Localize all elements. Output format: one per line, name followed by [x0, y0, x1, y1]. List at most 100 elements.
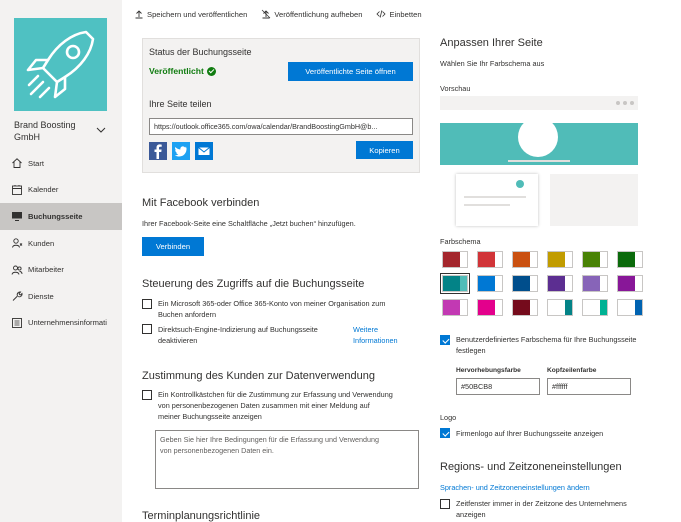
disable-indexing-checkbox[interactable]: [142, 324, 152, 334]
wrench-icon: [12, 291, 23, 302]
chevron-down-icon[interactable]: [96, 125, 106, 135]
require-account-line2: Buchen anfordern: [158, 310, 217, 319]
access-section-title: Steuerung des Zugriffs auf die Buchungss…: [142, 278, 365, 290]
swatch-secondary: [564, 252, 572, 267]
color-swatch[interactable]: [512, 251, 538, 268]
swatch-secondary: [564, 300, 572, 315]
custom-scheme-checkbox[interactable]: [440, 335, 450, 345]
sidebar-item-business-info[interactable]: Unternehmensinformati: [0, 310, 122, 337]
connect-facebook-button[interactable]: Verbinden: [142, 237, 204, 256]
color-swatch[interactable]: [547, 251, 573, 268]
preview-text-line: [508, 160, 570, 162]
color-swatch[interactable]: [477, 275, 503, 292]
sidebar-item-label: Unternehmensinformati: [28, 318, 107, 328]
home-icon: [12, 158, 22, 169]
color-swatch[interactable]: [512, 275, 538, 292]
business-timezone-checkbox[interactable]: [440, 499, 450, 509]
require-account-label: Ein Microsoft 365-oder Office 365-Konto …: [158, 298, 423, 320]
preview-side-card: [550, 174, 638, 226]
sidebar-nav: Start Kalender Buchungsseite Kunden Mita…: [0, 150, 122, 336]
sidebar-item-label: Mitarbeiter: [28, 265, 64, 275]
disable-indexing-label: Direktsuch-Engine-Indizierung auf Buchun…: [158, 324, 348, 346]
business-logo: [14, 18, 107, 111]
consent-line2: von personenbezogenen Daten zusammen mit…: [158, 401, 370, 410]
preview-logo-circle: [518, 117, 558, 157]
building-icon: [12, 317, 22, 328]
consent-terms-textarea[interactable]: Geben Sie hier Ihre Bedingungen für die …: [155, 430, 419, 489]
sidebar-item-start[interactable]: Start: [0, 150, 122, 177]
sidebar-item-customers[interactable]: Kunden: [0, 230, 122, 257]
color-swatch[interactable]: [547, 299, 573, 316]
sidebar-item-calendar[interactable]: Kalender: [0, 177, 122, 204]
consent-checkbox[interactable]: [142, 390, 152, 400]
swatch-primary: [618, 252, 635, 267]
facebook-icon: [154, 144, 162, 159]
color-swatch[interactable]: [582, 251, 608, 268]
swatch-primary: [513, 276, 530, 291]
swatch-secondary: [529, 300, 537, 315]
twitter-share-button[interactable]: [172, 142, 190, 160]
preview-text-line: [464, 204, 510, 206]
toolbar: Speichern und veröffentlichen Veröffentl…: [122, 0, 681, 28]
open-published-page-button[interactable]: Veröffentlichte Seite öffnen: [288, 62, 413, 81]
page-url-field[interactable]: https://outlook.office365.com/owa/calend…: [149, 118, 413, 135]
color-swatch[interactable]: [477, 251, 503, 268]
swatch-primary: [548, 276, 565, 291]
swatch-primary: [443, 300, 460, 315]
sidebar-item-label: Start: [28, 158, 45, 168]
unpublish-label: Veröffentlichung aufheben: [274, 9, 363, 19]
facebook-share-button[interactable]: [149, 142, 167, 160]
disable-indexing-line2: deaktivieren: [158, 336, 198, 345]
code-icon: [376, 10, 387, 18]
more-info-link[interactable]: Weitere Informationen: [353, 324, 398, 346]
embed-button[interactable]: Einbetten: [376, 9, 422, 19]
swatch-secondary: [634, 276, 642, 291]
swatch-primary: [583, 276, 600, 291]
color-swatch[interactable]: [617, 299, 643, 316]
color-swatch[interactable]: [582, 275, 608, 292]
sidebar-item-booking-page[interactable]: Buchungsseite: [0, 203, 122, 230]
color-swatch[interactable]: [512, 299, 538, 316]
show-logo-label: Firmenlogo auf Ihrer Buchungsseite anzei…: [456, 429, 604, 438]
business-timezone-line2: anzeigen: [456, 510, 486, 519]
email-share-button[interactable]: [195, 142, 213, 160]
scheduling-section-title: Terminplanungsrichtlinie: [142, 510, 261, 522]
language-timezone-link[interactable]: Sprachen- und Zeitzoneneinstellungen änd…: [440, 482, 590, 493]
swatch-primary: [478, 300, 495, 315]
preview-check-icon: [516, 180, 524, 188]
highlight-color-input[interactable]: #50BCB8: [456, 378, 540, 395]
show-logo-checkbox[interactable]: [440, 428, 450, 438]
copy-url-button[interactable]: Kopieren: [356, 141, 413, 159]
consent-line1: Ein Kontrollkästchen für die Zustimmung …: [158, 390, 393, 399]
swatch-primary: [443, 276, 460, 291]
swatch-secondary: [564, 276, 572, 291]
color-swatch[interactable]: [442, 251, 468, 268]
preview-header-bar: [440, 96, 638, 110]
preview-card: [456, 174, 538, 226]
header-color-label: Kopfzeilenfarbe: [547, 367, 597, 374]
color-swatch[interactable]: [477, 299, 503, 316]
twitter-icon: [174, 146, 187, 157]
sidebar-item-services[interactable]: Dienste: [0, 283, 122, 310]
color-swatch[interactable]: [547, 275, 573, 292]
color-swatch[interactable]: [617, 275, 643, 292]
swatch-secondary: [494, 300, 502, 315]
color-swatch[interactable]: [440, 273, 470, 294]
terms-placeholder-line1: Geben Sie hier Ihre Bedingungen für die …: [160, 435, 379, 444]
region-section-title: Regions- und Zeitzoneneinstellungen: [440, 461, 622, 473]
header-color-input[interactable]: #ffffff: [547, 378, 631, 395]
highlight-color-label: Hervorhebungsfarbe: [456, 367, 521, 374]
save-publish-button[interactable]: Speichern und veröffentlichen: [134, 9, 247, 19]
color-swatch[interactable]: [617, 251, 643, 268]
terms-placeholder-line2: von personenbezogenen Daten ein.: [160, 446, 274, 455]
unpublish-button[interactable]: Veröffentlichung aufheben: [261, 9, 362, 19]
color-swatch[interactable]: [582, 299, 608, 316]
swatch-primary: [583, 300, 600, 315]
people-icon: [11, 265, 23, 275]
sidebar-item-staff[interactable]: Mitarbeiter: [0, 256, 122, 283]
business-name[interactable]: Brand Boosting GmbH: [14, 119, 94, 143]
business-timezone-label: Zeitfenster immer in der Zeitzone des Un…: [456, 498, 671, 520]
require-account-checkbox[interactable]: [142, 299, 152, 309]
color-swatch[interactable]: [442, 299, 468, 316]
swatch-secondary: [494, 276, 502, 291]
